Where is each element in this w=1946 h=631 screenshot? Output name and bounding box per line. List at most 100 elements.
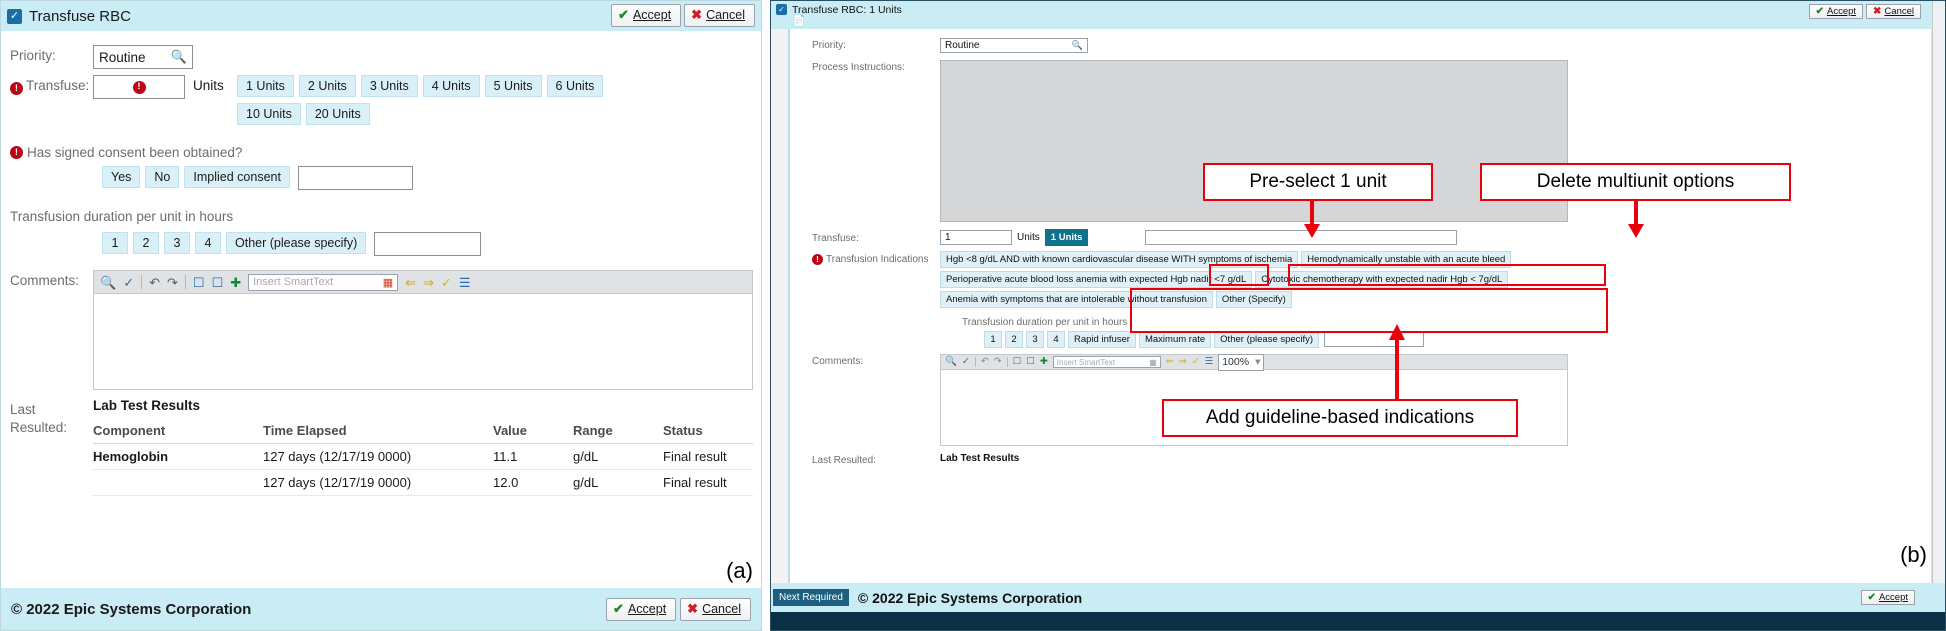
consent-option-no[interactable]: No [145, 166, 180, 188]
lab-section-title: Lab Test Results [93, 398, 201, 413]
plus-icon[interactable]: ✚ [230, 276, 241, 289]
next-icon[interactable]: ⇒ [423, 276, 434, 289]
window-scrollbar[interactable] [1932, 1, 1945, 630]
indication-option[interactable]: Hgb <8 g/dL AND with known cardiovascula… [940, 251, 1299, 268]
table-header-row: Component Time Elapsed Value Range Statu… [93, 419, 753, 444]
priority-input[interactable]: Routine 🔍 [93, 45, 193, 69]
dialog-titlebar-b: ✓ Transfuse RBC: 1 Units 📄 ✔ Accept ✖ Ca… [771, 1, 1945, 29]
next-required-button[interactable]: Next Required [773, 589, 849, 606]
indication-option[interactable]: Cytotoxic chemotherapy with expected nad… [1255, 271, 1509, 288]
table-row[interactable]: 127 days (12/17/19 0000) 12.0 g/dL Final… [93, 469, 753, 496]
priority-row: Priority: Routine 🔍 [1, 45, 761, 69]
unit-option[interactable]: 4 Units [422, 75, 480, 97]
cancel-button-footer[interactable]: ✖ Cancel [680, 597, 751, 621]
accept-button-header[interactable]: ✔ Accept [611, 4, 682, 27]
magnifier-icon[interactable]: 🔍 [171, 49, 187, 65]
zoom-level-select[interactable]: 100% ▾ [1218, 353, 1265, 371]
checkmark-icon[interactable]: ✓ [776, 4, 787, 15]
duration-option-max[interactable]: Maximum rate [1138, 331, 1212, 348]
transfuse-row: ! Transfuse: ! Units 1 Units 2 Units 3 U… [1, 75, 761, 131]
smarttext-icon[interactable]: ▦ [383, 276, 393, 289]
comments-textarea[interactable] [93, 294, 753, 390]
help-icon[interactable]: ☐ [193, 276, 205, 289]
transfuse-units-input[interactable]: ! [93, 75, 185, 99]
unit-option[interactable]: 1 Units [237, 75, 294, 97]
duration-option-4[interactable]: 4 [195, 232, 221, 254]
accept-button-footer[interactable]: ✔ Accept [606, 597, 677, 621]
duration-option-3[interactable]: 3 [1026, 331, 1044, 348]
arrow-add-indications [1389, 324, 1405, 400]
unit-option[interactable]: 6 Units [546, 75, 604, 97]
col-value: Value [493, 419, 573, 444]
last-resulted-row: Last Resulted: Lab Test Results [790, 453, 1931, 466]
undo-icon[interactable]: ↶ [981, 357, 989, 367]
unit-option[interactable]: 2 Units [298, 75, 356, 97]
accept-label: Accept [627, 601, 667, 616]
list-icon[interactable]: ☰ [1205, 357, 1214, 367]
duration-option-2[interactable]: 2 [1005, 331, 1023, 348]
cancel-button-header[interactable]: ✖ Cancel [684, 4, 755, 27]
prev-icon[interactable]: ⇐ [1166, 357, 1174, 367]
indication-option[interactable]: Perioperative acute blood loss anemia wi… [940, 271, 1253, 288]
unit-option[interactable]: 3 Units [360, 75, 418, 97]
zoom-icon[interactable]: 🔍 [945, 357, 957, 367]
prev-icon[interactable]: ⇐ [405, 276, 416, 289]
transfuse-units-input[interactable]: 1 [940, 230, 1012, 245]
duration-option-rapid[interactable]: Rapid infuser [1068, 331, 1136, 348]
toolbar-divider [974, 357, 976, 367]
help-add-icon[interactable]: ☐ [212, 276, 224, 289]
smarttext-input[interactable]: Insert SmartText ▦ [248, 273, 399, 291]
consent-free-text-input[interactable] [297, 166, 413, 190]
undo-icon[interactable]: ↶ [149, 276, 160, 289]
col-time-elapsed: Time Elapsed [263, 419, 493, 444]
wand-icon[interactable]: ✓ [441, 276, 452, 289]
wand-icon[interactable]: ✓ [1192, 357, 1200, 367]
smarttext-icon[interactable]: ▦ [1149, 358, 1157, 367]
smarttext-placeholder: Insert SmartText [253, 276, 334, 288]
indication-option[interactable]: Anemia with symptoms that are intolerabl… [940, 291, 1213, 308]
priority-input[interactable]: Routine 🔍 [940, 38, 1088, 53]
last-resulted-line2: Resulted: [10, 420, 68, 436]
next-icon[interactable]: ⇒ [1179, 357, 1187, 367]
zoom-icon[interactable]: 🔍 [100, 276, 116, 289]
duration-option-2[interactable]: 2 [133, 232, 159, 254]
help-add-icon[interactable]: ☐ [1026, 357, 1035, 367]
redo-icon[interactable]: ↷ [167, 276, 178, 289]
chevron-down-icon[interactable]: ▾ [1255, 356, 1260, 368]
cell-time: 127 days (12/17/19 0000) [263, 443, 493, 470]
magnifier-icon[interactable]: 🔍 [1072, 40, 1083, 51]
list-icon[interactable]: ☰ [459, 276, 471, 289]
figure-label-a: (a) [726, 558, 753, 583]
unit-option[interactable]: 20 Units [305, 103, 370, 125]
duration-option-4[interactable]: 4 [1047, 331, 1065, 348]
spellcheck-icon[interactable]: ✓ [962, 357, 970, 367]
consent-option-implied[interactable]: Implied consent [184, 166, 290, 188]
unit-option[interactable]: 5 Units [484, 75, 542, 97]
checkmark-icon[interactable]: ✓ [7, 8, 22, 24]
unit-option[interactable]: 10 Units [237, 103, 301, 125]
consent-option-yes[interactable]: Yes [102, 166, 141, 188]
redo-icon[interactable]: ↷ [994, 357, 1002, 367]
toolbar-divider [1006, 357, 1008, 367]
duration-option-3[interactable]: 3 [164, 232, 190, 254]
help-icon[interactable]: ☐ [1013, 357, 1022, 367]
accept-button-header[interactable]: ✔ Accept [1808, 4, 1864, 19]
duration-option-other[interactable]: Other (please specify) [1214, 331, 1320, 348]
dialog-title: Transfuse RBC [29, 7, 131, 25]
check-icon: ✔ [618, 7, 629, 22]
plus-icon[interactable]: ✚ [1040, 357, 1048, 367]
duration-option-other[interactable]: Other (please specify) [226, 232, 367, 254]
cancel-button-header[interactable]: ✖ Cancel [1866, 4, 1921, 19]
duration-option-1[interactable]: 1 [102, 232, 128, 254]
unit-option-1-units[interactable]: 1 Units [1044, 229, 1089, 246]
indication-option[interactable]: Other (Specify) [1215, 291, 1292, 308]
smarttext-input[interactable]: Insert SmartText ▦ [1052, 356, 1161, 368]
duration-option-1[interactable]: 1 [984, 331, 1002, 348]
document-info-icon[interactable]: 📄 [792, 16, 902, 27]
indication-option[interactable]: Hemodynamically unstable with an acute b… [1301, 251, 1512, 268]
accept-button-footer[interactable]: ✔ Accept [1860, 590, 1915, 605]
spellcheck-icon[interactable]: ✓ [123, 276, 134, 289]
cell-value: 11.1 [493, 443, 573, 470]
table-row[interactable]: Hemoglobin 127 days (12/17/19 0000) 11.1… [93, 443, 753, 470]
duration-free-text-input[interactable] [374, 232, 482, 256]
